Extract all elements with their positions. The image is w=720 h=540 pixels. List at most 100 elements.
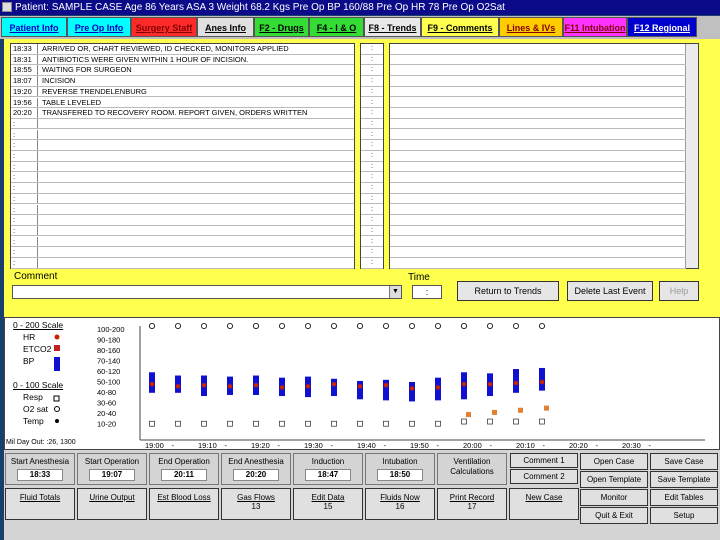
tab-f9-comments[interactable]: F9 - Comments <box>421 17 499 37</box>
button-setup[interactable]: Setup <box>650 507 718 524</box>
comment-row[interactable]: 18:07 INCISION <box>11 76 354 87</box>
function-button[interactable]: Fluid Totals <box>5 488 75 520</box>
time-cell: : <box>361 172 383 183</box>
comment-row[interactable]: : <box>11 247 354 258</box>
event-time[interactable]: 19:07 <box>89 469 135 481</box>
comment-row[interactable]: 20:20 TRANSFERED TO RECOVERY ROOM. REPORT… <box>11 108 354 119</box>
comment-list[interactable]: 18:33 ARRIVED OR, CHART REVIEWED, ID CHEC… <box>10 43 355 269</box>
comment-row[interactable]: : <box>11 129 354 141</box>
detail-row <box>390 119 686 130</box>
resp-point <box>539 418 545 425</box>
function-button[interactable]: Print Record 17 <box>437 488 507 520</box>
comment-label: Comment <box>14 271 58 282</box>
function-button[interactable]: Gas Flows 13 <box>221 488 291 520</box>
detail-row <box>390 226 686 237</box>
detail-row <box>390 65 686 76</box>
event-label: Intubation <box>382 457 418 466</box>
tab-f8-trends[interactable]: F8 - Trends <box>364 17 421 37</box>
comment-row[interactable]: : <box>11 215 354 226</box>
button-monitor[interactable]: Monitor <box>580 489 648 506</box>
y-tick-label: 80-160 <box>97 346 120 355</box>
comment-row[interactable]: 18:31 ANTIBIOTICS WERE GIVEN WITHIN 1 HOU… <box>11 54 354 66</box>
tab-lines-ivs[interactable]: Lines & IVs <box>499 17 563 37</box>
event-label: Start Operation <box>84 457 140 466</box>
event-cell[interactable]: Induction 18:47 <box>293 453 363 485</box>
button-comment-2[interactable]: Comment 2 <box>510 469 578 484</box>
time-label: Time <box>408 272 430 283</box>
event-time[interactable]: 18:47 <box>305 469 351 481</box>
help-button[interactable]: Help <box>659 281 699 301</box>
comment-row[interactable]: 18:33 ARRIVED OR, CHART REVIEWED, ID CHEC… <box>11 44 354 55</box>
patient-header: Patient: SAMPLE CASE Age 86 Years ASA 3 … <box>15 2 505 13</box>
event-cell[interactable]: Ventilation Calculations <box>437 453 507 485</box>
comment-row[interactable]: : <box>11 236 354 248</box>
scrollbar[interactable] <box>685 44 698 268</box>
comment-row[interactable]: : <box>11 258 354 269</box>
tab-anes-info[interactable]: Anes Info <box>197 17 254 37</box>
event-time[interactable]: 20:20 <box>233 469 279 481</box>
tab-f12-regional[interactable]: F12 Regional <box>627 17 697 37</box>
o2sat-point <box>512 323 519 329</box>
function-button[interactable]: New Case <box>509 488 579 520</box>
event-time[interactable]: 18:50 <box>377 469 423 481</box>
comment-row[interactable]: : <box>11 204 354 215</box>
time-input[interactable]: : <box>412 285 442 299</box>
detail-row <box>390 140 686 151</box>
tab-f2-drugs[interactable]: F2 - Drugs <box>254 17 309 37</box>
event-cell[interactable]: Start Anesthesia 18:33 <box>5 453 75 485</box>
comment-time: 18:07 <box>11 76 38 86</box>
function-key-number: 13 <box>251 502 261 511</box>
comment-row[interactable]: : <box>11 140 354 151</box>
function-button-label: Urine Output <box>89 493 135 502</box>
return-to-trends-button[interactable]: Return to Trends <box>457 281 559 301</box>
y-tick-label: 90-180 <box>97 336 120 345</box>
resp-point <box>201 420 207 427</box>
o2sat-point <box>226 323 233 329</box>
function-button[interactable]: Edit Data 15 <box>293 488 363 520</box>
comment-row[interactable]: : <box>11 183 354 194</box>
function-button[interactable]: Est Blood Loss <box>149 488 219 520</box>
comment-row[interactable]: 18:55 WAITING FOR SURGEON <box>11 65 354 76</box>
event-time[interactable]: 18:33 <box>17 469 63 481</box>
time-cell: : <box>361 226 383 237</box>
legend-o2sat-symbol <box>54 406 60 412</box>
x-tick-label: - <box>437 441 440 450</box>
tab-pre-op-info[interactable]: Pre Op Info <box>67 17 131 37</box>
function-button[interactable]: Urine Output <box>77 488 147 520</box>
event-cell[interactable]: End Anesthesia 20:20 <box>221 453 291 485</box>
tab-surgery-staff[interactable]: Surgery Staff <box>131 17 197 37</box>
comment-row[interactable]: 19:56 TABLE LEVELED <box>11 97 354 108</box>
comment-row[interactable]: : <box>11 151 354 162</box>
tab-f4-i-o[interactable]: F4 - I & O <box>309 17 364 37</box>
delete-last-event-button[interactable]: Delete Last Event <box>567 281 653 301</box>
time-cell: : <box>361 194 383 205</box>
event-time[interactable]: 20:11 <box>161 469 207 481</box>
event-cell[interactable]: Start Operation 19:07 <box>77 453 147 485</box>
tab-f11-intubation[interactable]: F11 Intubation <box>563 17 627 37</box>
button-open-template[interactable]: Open Template <box>580 471 648 488</box>
comment-row[interactable]: : <box>11 172 354 183</box>
button-comment-1[interactable]: Comment 1 <box>510 453 578 468</box>
comment-row[interactable]: : <box>11 161 354 173</box>
comment-row[interactable]: : <box>11 118 354 130</box>
comment-row[interactable]: : <box>11 225 354 237</box>
time-cell: : <box>361 183 383 194</box>
function-button-label: Fluids Now <box>380 493 420 502</box>
comment-row[interactable]: 19:20 REVERSE TRENDELENBURG <box>11 86 354 98</box>
comment-input[interactable]: ▼ <box>12 285 402 299</box>
button-edit-tables[interactable]: Edit Tables <box>650 489 718 506</box>
event-cell[interactable]: End Operation 20:11 <box>149 453 219 485</box>
event-label: Start Anesthesia <box>10 457 70 466</box>
function-button[interactable]: Fluids Now 16 <box>365 488 435 520</box>
dropdown-arrow-icon[interactable]: ▼ <box>389 286 401 298</box>
button-quit-exit[interactable]: Quit & Exit <box>580 507 648 524</box>
button-open-case[interactable]: Open Case <box>580 453 648 470</box>
button-save-template[interactable]: Save Template <box>650 471 718 488</box>
event-cell[interactable]: Intubation 18:50 <box>365 453 435 485</box>
button-save-case[interactable]: Save Case <box>650 453 718 470</box>
comment-row[interactable]: : <box>11 193 354 205</box>
detail-row <box>390 87 686 98</box>
etco2-point <box>492 409 497 415</box>
tab-patient-info[interactable]: Patient Info <box>1 17 67 37</box>
x-tick-label: - <box>596 441 599 450</box>
